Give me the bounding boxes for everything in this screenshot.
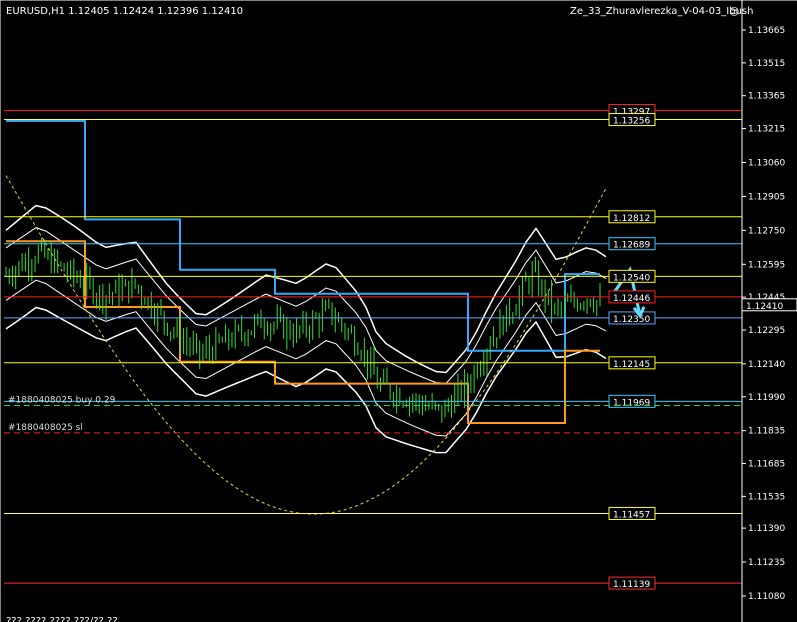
y-tick-label: 1.12750 bbox=[748, 226, 785, 236]
level-label: 1.13256 bbox=[613, 117, 650, 127]
level-label: 1.11139 bbox=[613, 580, 650, 590]
order-label: #1880408025 buy 0.29 bbox=[8, 396, 116, 406]
level-label: 1.12540 bbox=[613, 273, 650, 283]
y-tick-label: 1.11685 bbox=[748, 460, 785, 470]
y-tick-label: 1.11990 bbox=[748, 393, 785, 403]
level-label: 1.12689 bbox=[613, 241, 650, 251]
y-tick-label: 1.12140 bbox=[748, 360, 785, 370]
y-tick-label: 1.13515 bbox=[748, 59, 785, 69]
y-tick-label: 1.12595 bbox=[748, 260, 785, 270]
chart-canvas[interactable]: 1.132971.132561.128121.126891.125401.124… bbox=[0, 0, 797, 622]
y-tick-label: 1.13365 bbox=[748, 92, 785, 102]
slow-curve bbox=[5, 175, 607, 515]
price-axis: 1.13665 1.13515 1.13365 1.13215 1.13060 1.129… bbox=[0, 0, 797, 622]
indicator-title: Ze_33_Zhuravlerezka_V-04-03_Ibush bbox=[570, 6, 753, 17]
y-tick-label: 1.11080 bbox=[748, 592, 785, 602]
y-tick-label: 1.13665 bbox=[748, 26, 785, 36]
y-tick-label: 1.11390 bbox=[748, 524, 785, 534]
symbol-header: EURUSD,H1 1.12405 1.12424 1.12396 1.1241… bbox=[6, 6, 243, 17]
level-label: 1.12446 bbox=[613, 294, 650, 304]
bottom-status: ??? ???? ???? ???/?? ?? bbox=[6, 616, 118, 622]
order-label: #1880408025 sl bbox=[8, 423, 83, 433]
current-price-label: 1.12410 bbox=[746, 302, 783, 312]
level-label: 1.11969 bbox=[613, 398, 650, 408]
level-label: 1.12145 bbox=[613, 360, 650, 370]
y-tick-label: 1.13060 bbox=[748, 158, 785, 168]
envelope-upper bbox=[5, 204, 607, 374]
y-tick-label: 1.11235 bbox=[748, 558, 785, 568]
y-tick-label: 1.11535 bbox=[748, 492, 785, 502]
y-tick-label: 1.12905 bbox=[748, 192, 785, 202]
y-tick-label: 1.13215 bbox=[748, 125, 785, 135]
y-tick-label: 1.11835 bbox=[748, 427, 785, 437]
level-label: 1.12350 bbox=[613, 315, 650, 325]
y-tick-label: 1.12295 bbox=[748, 326, 785, 336]
level-label: 1.11457 bbox=[613, 510, 650, 520]
price-levels: 1.132971.132561.128121.126891.125401.124… bbox=[4, 104, 742, 590]
level-label: 1.12812 bbox=[613, 214, 650, 224]
smiley-icon: ☺ bbox=[729, 7, 739, 18]
